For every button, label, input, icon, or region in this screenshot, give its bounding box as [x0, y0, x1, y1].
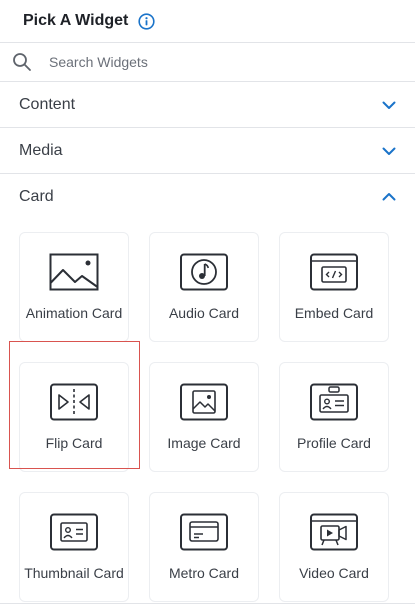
landscape-image-icon — [49, 253, 99, 291]
widget-thumbnail-card[interactable]: Thumbnail Card — [19, 492, 129, 602]
card-label: Image Card — [167, 435, 241, 451]
profile-card-icon — [309, 383, 359, 421]
video-camera-icon — [309, 513, 359, 551]
card-label: Metro Card — [168, 565, 240, 581]
card-label: Profile Card — [297, 435, 371, 451]
card-label: Embed Card — [294, 305, 374, 321]
widget-flip-card[interactable]: Flip Card — [19, 362, 129, 472]
section-content[interactable]: Content — [0, 82, 415, 128]
widget-audio-card[interactable]: Audio Card — [149, 232, 259, 342]
chevron-up-icon — [381, 189, 397, 205]
music-note-icon — [179, 253, 229, 291]
widget-animation-card[interactable]: Animation Card — [19, 232, 129, 342]
panel-title: Pick A Widget — [23, 12, 129, 29]
panel-header: Pick A Widget — [0, 0, 415, 42]
section-label: Media — [19, 141, 63, 159]
widget-metro-card[interactable]: Metro Card — [149, 492, 259, 602]
card-widget-grid: Animation Card Audio Card Embed Card Fli… — [0, 220, 415, 607]
card-label: Animation Card — [25, 305, 123, 321]
search-icon — [12, 52, 32, 72]
widget-video-card[interactable]: Video Card — [279, 492, 389, 602]
card-label: Flip Card — [45, 435, 103, 451]
search-bar — [0, 42, 415, 82]
section-media[interactable]: Media — [0, 128, 415, 174]
widget-picker-panel: Pick A Widget Content Media — [0, 0, 415, 607]
flip-icon — [49, 383, 99, 421]
card-label: Audio Card — [168, 305, 240, 321]
chevron-down-icon — [381, 97, 397, 113]
panel-bottom-divider — [0, 603, 415, 607]
widget-profile-card[interactable]: Profile Card — [279, 362, 389, 472]
code-embed-icon — [309, 253, 359, 291]
credit-card-icon — [179, 513, 229, 551]
info-circle-icon[interactable] — [138, 12, 155, 30]
id-card-icon — [49, 513, 99, 551]
image-icon — [179, 383, 229, 421]
section-card[interactable]: Card — [0, 174, 415, 220]
card-label: Video Card — [299, 565, 369, 581]
widget-image-card[interactable]: Image Card — [149, 362, 259, 472]
chevron-down-icon — [381, 143, 397, 159]
section-label: Content — [19, 95, 76, 113]
card-label: Thumbnail Card — [24, 565, 124, 581]
section-label: Card — [19, 188, 54, 205]
widget-embed-card[interactable]: Embed Card — [279, 232, 389, 342]
search-input[interactable] — [49, 54, 379, 70]
